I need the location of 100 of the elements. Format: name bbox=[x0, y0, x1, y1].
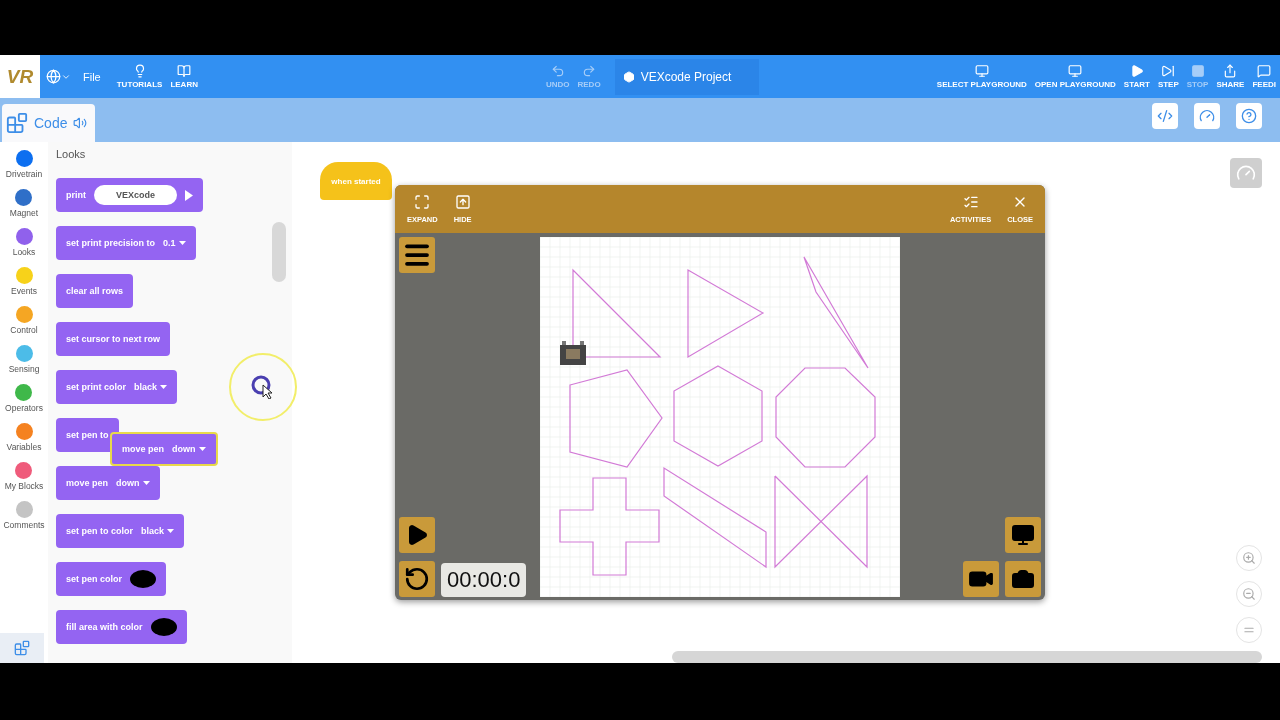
caret-icon bbox=[198, 446, 206, 452]
block-label: set print color bbox=[66, 382, 126, 392]
category-item[interactable]: Sensing bbox=[8, 345, 40, 382]
stop-icon bbox=[1190, 64, 1205, 78]
block-label: print bbox=[66, 190, 86, 200]
block-label: set print precision to bbox=[66, 238, 155, 248]
block-label: fill area with color bbox=[66, 622, 143, 632]
gauge-icon bbox=[1199, 108, 1215, 124]
timer: 00:00:0 bbox=[441, 563, 527, 597]
category-item[interactable]: Comments bbox=[3, 501, 45, 538]
code-block[interactable]: set pen color bbox=[56, 562, 166, 596]
speaker-icon bbox=[73, 116, 88, 130]
code-block[interactable]: move pen down bbox=[56, 466, 160, 500]
toolbar-button[interactable]: LEARN bbox=[166, 64, 202, 89]
toolbar-button[interactable]: START bbox=[1119, 64, 1154, 89]
gauge-icon bbox=[1236, 163, 1256, 183]
dragged-block[interactable]: move pen down bbox=[110, 432, 218, 466]
camera-view-button[interactable] bbox=[1005, 517, 1041, 553]
toolbar-button[interactable]: TUTORIALS bbox=[112, 64, 167, 89]
monitor-icon bbox=[1011, 523, 1035, 547]
file-menu[interactable]: File bbox=[77, 70, 113, 83]
camera-button[interactable] bbox=[963, 561, 999, 597]
reset-zoom-button[interactable] bbox=[1236, 617, 1262, 643]
book-icon bbox=[177, 64, 192, 78]
toolbar-button[interactable]: SELECT PLAYGROUND bbox=[932, 64, 1031, 89]
block-label: set pen color bbox=[66, 574, 122, 584]
help-button[interactable] bbox=[1236, 103, 1262, 129]
monitor-icon bbox=[974, 64, 989, 78]
share-icon bbox=[1223, 64, 1238, 78]
caret-icon bbox=[167, 528, 175, 534]
category-item[interactable]: Drivetrain bbox=[5, 150, 43, 187]
dashboard-button[interactable] bbox=[1194, 103, 1220, 129]
category-item[interactable]: My Blocks bbox=[4, 462, 44, 499]
block-label: set pen to color bbox=[66, 526, 133, 536]
play-icon bbox=[1129, 64, 1144, 78]
expand-icon bbox=[414, 194, 431, 210]
logo[interactable]: VR bbox=[0, 55, 40, 98]
caret-icon bbox=[178, 240, 186, 246]
category-item[interactable]: Operators bbox=[5, 384, 43, 421]
code-block[interactable]: set print color black bbox=[56, 370, 178, 404]
camera-button[interactable] bbox=[1005, 561, 1041, 597]
block-dropdown[interactable]: black bbox=[134, 382, 168, 392]
project-title[interactable]: VEXcode Project bbox=[614, 58, 759, 95]
caret-icon bbox=[160, 384, 168, 390]
block-label: clear all rows bbox=[66, 286, 124, 296]
block-label: set pen to bbox=[66, 430, 109, 440]
code-block[interactable]: set cursor to next row bbox=[56, 322, 171, 356]
palette-title: Looks bbox=[56, 148, 87, 162]
color-swatch[interactable] bbox=[150, 618, 177, 636]
scrollbar[interactable] bbox=[272, 222, 286, 282]
code-icon bbox=[1157, 108, 1173, 124]
robot-icon bbox=[560, 341, 586, 365]
category-item[interactable]: Events bbox=[11, 267, 37, 304]
code-block[interactable]: clear all rows bbox=[56, 274, 134, 308]
zoom-in-button[interactable] bbox=[1236, 545, 1262, 571]
category-item[interactable]: Variables bbox=[6, 423, 42, 460]
extensions-button[interactable] bbox=[0, 633, 44, 663]
block-dropdown[interactable]: down bbox=[116, 478, 150, 488]
hexagon-icon bbox=[622, 70, 635, 83]
block-label: set cursor to next row bbox=[66, 334, 161, 344]
reset-icon bbox=[404, 566, 430, 592]
code-block[interactable]: set pen to bbox=[56, 418, 119, 452]
blocks-icon bbox=[14, 640, 30, 656]
code-block[interactable]: print VEXcode bbox=[56, 178, 203, 212]
code-block[interactable]: set pen to color black bbox=[56, 514, 185, 548]
blocks-icon bbox=[6, 112, 28, 134]
globe-icon bbox=[46, 69, 61, 84]
camera-icon bbox=[1011, 567, 1035, 591]
text-input[interactable]: VEXcode bbox=[94, 185, 177, 205]
block-dropdown[interactable]: black bbox=[141, 526, 175, 536]
code-block[interactable]: fill area with color bbox=[56, 610, 187, 644]
menu-button[interactable] bbox=[399, 237, 435, 273]
checklist-icon bbox=[962, 194, 979, 210]
code-block[interactable]: set print precision to 0.1 bbox=[56, 226, 196, 260]
toolbar-button[interactable]: SHARE bbox=[1212, 64, 1249, 89]
redo-icon bbox=[582, 64, 597, 78]
hide-icon bbox=[454, 194, 471, 210]
zoom-out-button[interactable] bbox=[1236, 581, 1262, 607]
code-tab[interactable]: Code bbox=[2, 104, 96, 142]
block-label: move pen bbox=[66, 478, 108, 488]
block-label: move pen bbox=[122, 444, 164, 454]
toolbar-button[interactable]: FEEDI bbox=[1248, 64, 1280, 89]
scrollbar[interactable] bbox=[672, 651, 1262, 663]
zoom-in-icon bbox=[1242, 551, 1256, 565]
caret-icon bbox=[142, 480, 150, 486]
toolbar-button[interactable]: OPEN PLAYGROUND bbox=[1030, 64, 1120, 89]
undo-icon bbox=[550, 64, 565, 78]
color-swatch[interactable] bbox=[130, 570, 156, 588]
reset-button[interactable] bbox=[399, 561, 435, 597]
toolbar-button[interactable]: STEP bbox=[1153, 64, 1183, 89]
category-item[interactable]: Control bbox=[10, 306, 38, 343]
block-dropdown[interactable]: down bbox=[172, 444, 206, 454]
zoom-out-icon bbox=[1242, 587, 1256, 601]
triangle-icon bbox=[185, 189, 193, 201]
category-item[interactable]: Magnet bbox=[9, 189, 39, 226]
play-button[interactable] bbox=[399, 517, 435, 553]
block-dropdown[interactable]: 0.1 bbox=[163, 238, 186, 248]
category-item[interactable]: Looks bbox=[12, 228, 36, 265]
speech-bubble-icon bbox=[1257, 64, 1272, 78]
code-view-button[interactable] bbox=[1152, 103, 1178, 129]
